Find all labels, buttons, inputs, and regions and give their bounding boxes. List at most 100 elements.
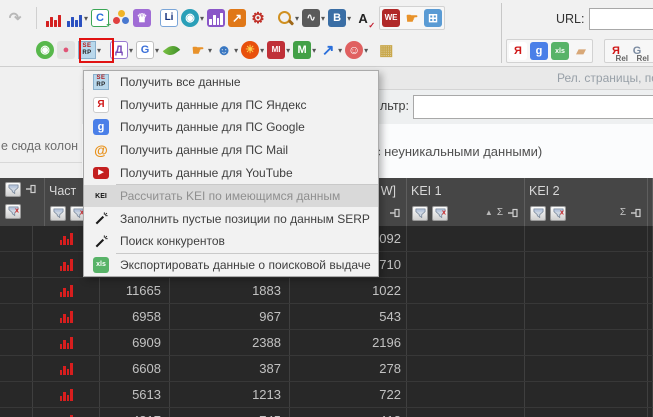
seo-meter-button[interactable]: ◉	[36, 41, 54, 59]
menu-item-fill-serp-positions[interactable]: Заполнить пустые позиции по данным SERP	[84, 207, 378, 230]
globe-button[interactable]: ◉ ▾	[181, 9, 204, 27]
trend-chart-icon[interactable]	[59, 310, 73, 323]
liveinternet-button[interactable]: Li	[160, 9, 179, 27]
table-row[interactable]: 11665 1883 1022	[0, 278, 653, 304]
google-collect-button[interactable]: C +	[91, 9, 111, 29]
spy-button[interactable]: ☻ ▾	[215, 41, 238, 59]
search-icon	[276, 9, 294, 27]
search-button[interactable]: ▾	[276, 9, 299, 27]
chart-orange-button[interactable]: ↗	[228, 9, 247, 27]
chevron-down-icon: ▾	[208, 45, 213, 55]
column-header[interactable]: KEI 1 x ▲ Σ	[407, 178, 525, 226]
trend-chart-icon[interactable]	[59, 336, 73, 349]
table-row[interactable]: 4817745418	[0, 408, 653, 417]
sort-asc-icon[interactable]: ▲	[485, 209, 493, 217]
mini-chart-icon: ∿	[302, 9, 321, 27]
trend-chart-icon[interactable]	[59, 258, 73, 271]
pin-icon[interactable]	[630, 207, 642, 219]
column-header[interactable]	[648, 178, 653, 226]
funnel-filter-icon[interactable]	[412, 205, 428, 221]
google-ads-button[interactable]: G ▾	[136, 41, 159, 59]
sigma-icon[interactable]: Σ	[497, 208, 503, 218]
right-panel-caption: Рел. страницы, позиции и а	[557, 71, 653, 85]
person-button[interactable]: ☺ ▾	[345, 41, 368, 59]
table-row[interactable]: 6608 387 278	[0, 356, 653, 382]
column-header[interactable]: KEI 2 x Σ	[525, 178, 648, 226]
menu-item-calc-kei[interactable]: KEI Рассчитать KEI по имеющимся данным	[84, 184, 378, 208]
pin-icon[interactable]	[25, 183, 37, 195]
stats-red-button[interactable]	[44, 9, 62, 27]
menu-item-label: Получить данные для ПС Mail	[120, 142, 289, 157]
vk-button[interactable]: B ▾	[328, 9, 351, 27]
magic-wand-icon	[93, 211, 109, 227]
quick-filter-input[interactable]	[413, 95, 653, 119]
clipped-orange-button[interactable]: ▌	[649, 42, 653, 60]
xls-button[interactable]: xls	[551, 42, 569, 60]
yandex-rel-button[interactable]: Я Rel	[607, 42, 628, 63]
pin-icon[interactable]	[507, 207, 519, 219]
package-button[interactable]: ▦	[377, 41, 395, 59]
sigma-icon[interactable]: Σ	[620, 208, 626, 218]
kei-icon: KEI	[95, 192, 107, 200]
table-row[interactable]: 5613 1213 722	[0, 382, 653, 408]
menu-item-get-google-data[interactable]: g Получить данные для ПС Google	[84, 116, 378, 139]
crown-button[interactable]: ♛	[133, 9, 152, 27]
stats-purple-button[interactable]	[207, 9, 226, 27]
spellcheck-button[interactable]: A ✓	[354, 9, 375, 30]
funnel-filter-icon[interactable]	[5, 181, 21, 197]
menu-item-export-serp-data[interactable]: xls Экспортировать данные о поисковой выд…	[84, 254, 378, 277]
svg-text:x: x	[559, 208, 563, 216]
m-service-icon: M	[293, 41, 312, 59]
url-input[interactable]	[589, 8, 653, 30]
menu-item-get-yandex-data[interactable]: Я Получить данные для ПС Яндекс	[84, 94, 378, 117]
trend-chart-icon[interactable]	[59, 388, 73, 401]
eraser-button[interactable]: ▰	[572, 42, 590, 60]
funnel-filter-icon[interactable]	[530, 205, 546, 221]
calculator-button[interactable]: ⊞	[424, 9, 443, 27]
divider	[36, 7, 37, 29]
trend-chart-icon[interactable]	[59, 362, 73, 375]
funnel-clear-icon[interactable]: x	[5, 203, 21, 219]
toolbar-group: ▦	[375, 39, 397, 61]
funnel-clear-icon[interactable]: x	[432, 205, 448, 221]
trend-chart-icon[interactable]	[59, 284, 73, 297]
leaf-button[interactable]	[162, 41, 180, 59]
stats-blue-button[interactable]: ▾	[65, 9, 88, 27]
m-service-button[interactable]: M ▾	[293, 41, 316, 59]
map-marker-button[interactable]: ●	[57, 41, 75, 59]
table-cell: 6608	[100, 356, 170, 381]
menu-item-get-youtube-data[interactable]: ▶ Получить данные для YouTube	[84, 161, 378, 184]
wordstat-dots-button[interactable]	[112, 9, 130, 27]
table-cell: 418	[290, 408, 407, 417]
trend-chart-icon[interactable]	[59, 232, 73, 245]
redo-button[interactable]: ↷	[6, 9, 24, 27]
google-rel-button[interactable]: G Rel	[628, 42, 649, 63]
table-cell	[525, 226, 648, 251]
hand-collect-button[interactable]: ☛ ▾	[189, 41, 212, 59]
mi-button[interactable]: MI ▾	[267, 41, 290, 59]
xls-export-icon: xls	[93, 256, 109, 273]
pin-icon[interactable]	[389, 207, 401, 219]
mini-chart-button[interactable]: ∿ ▾	[302, 9, 325, 27]
menu-item-find-competitors[interactable]: Поиск конкурентов	[84, 230, 378, 253]
yandex-button[interactable]: Я	[509, 42, 527, 60]
magic-wand-icon	[86, 233, 116, 249]
menu-item-label: Экспортировать данные о поисковой выдаче	[120, 257, 371, 272]
tools-button[interactable]: ⚙	[249, 9, 267, 27]
arrow-up-right-button[interactable]: ↗ ▾	[319, 41, 342, 59]
funnel-filter-icon[interactable]	[50, 205, 66, 221]
toolbar-group: Яg xls ▰	[506, 39, 593, 63]
we-button[interactable]: WE	[382, 9, 401, 27]
table-cell: 1883	[170, 278, 290, 303]
menu-item-get-all-data[interactable]: SE RP Получить все данные	[84, 71, 378, 94]
menu-item-label: Поиск конкурентов	[120, 234, 225, 249]
hand-button[interactable]: ☛	[403, 9, 421, 27]
column-header[interactable]: x	[0, 178, 45, 226]
clipped-orange-icon: ▌	[649, 42, 653, 60]
funnel-clear-icon[interactable]: x	[550, 205, 566, 221]
google-button[interactable]: g	[530, 42, 548, 60]
table-row[interactable]: 6909 2388 2196	[0, 330, 653, 356]
fireball-button[interactable]: ☀ ▾	[241, 41, 264, 59]
menu-item-get-mail-data[interactable]: @ Получить данные для ПС Mail	[84, 139, 378, 162]
table-row[interactable]: 6958 967 543	[0, 304, 653, 330]
